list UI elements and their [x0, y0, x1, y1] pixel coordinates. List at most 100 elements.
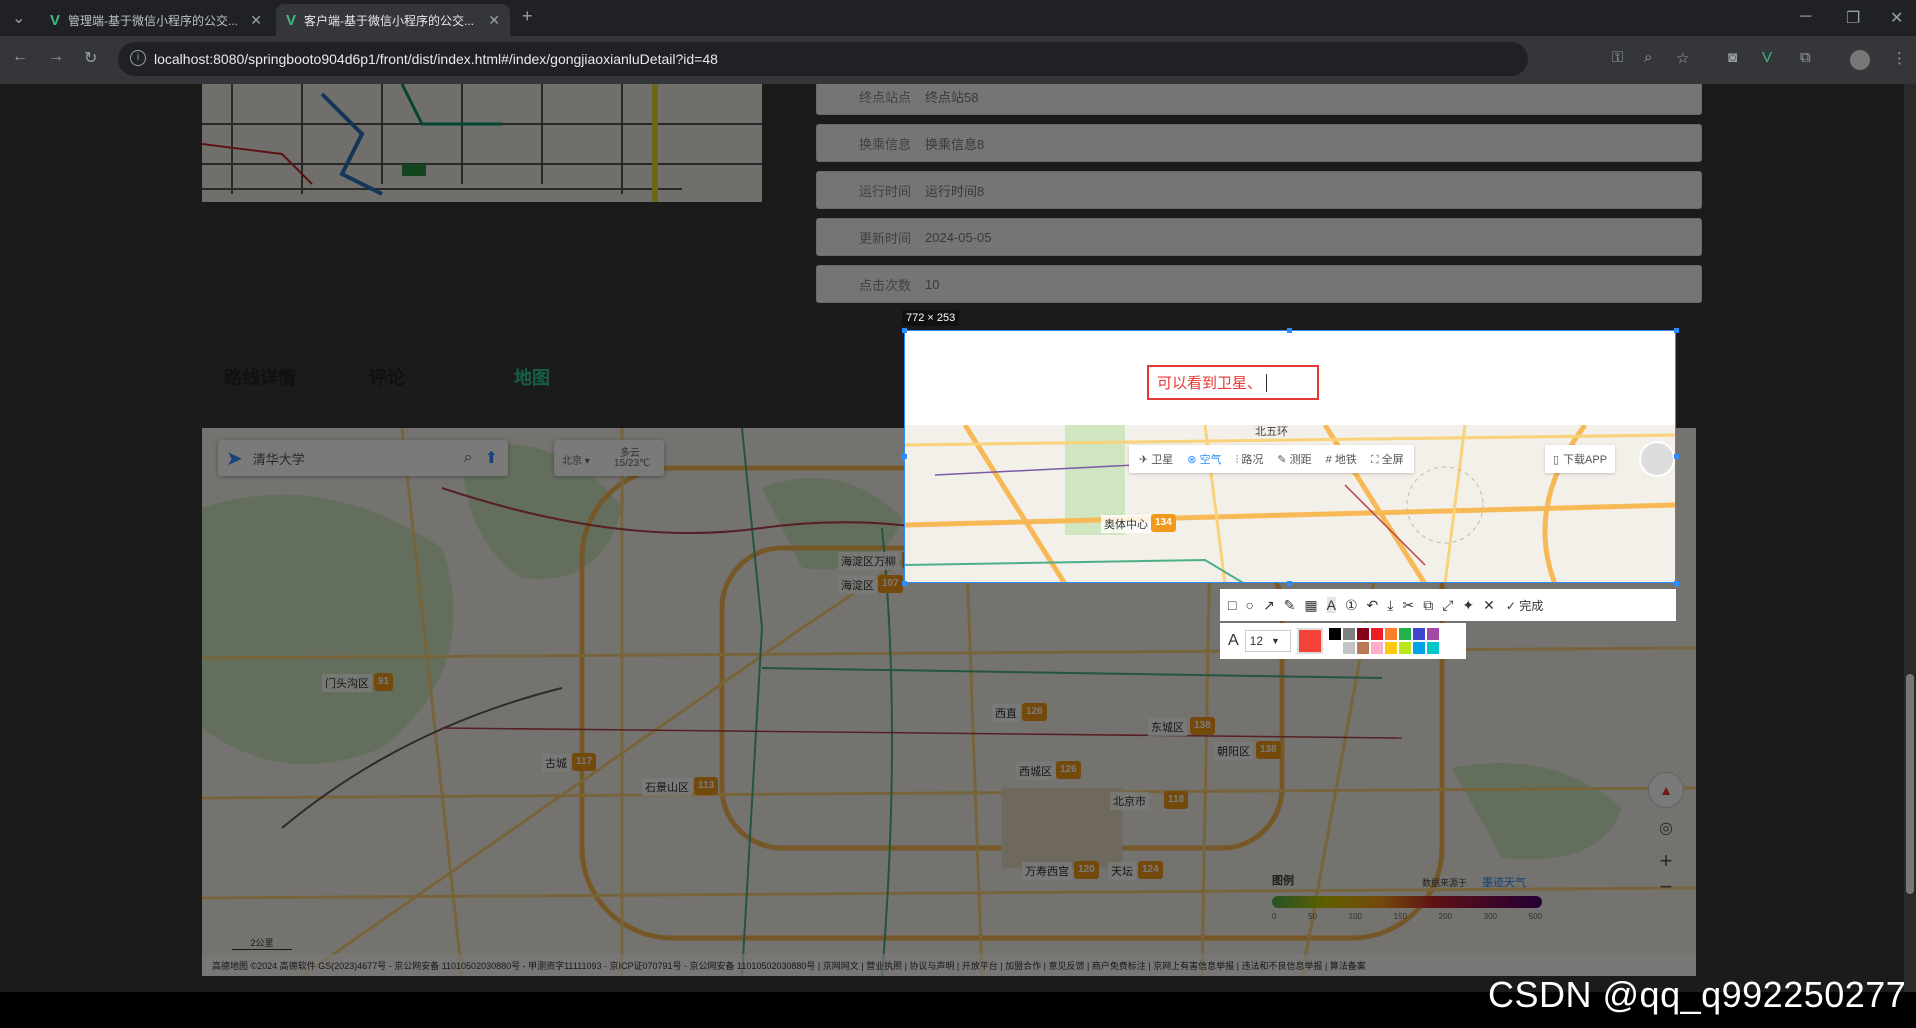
chevron-down-icon: ▼: [1271, 636, 1280, 646]
scrollbar-thumb[interactable]: [1906, 674, 1914, 894]
tool-label: 空气: [1199, 454, 1222, 466]
directions-icon[interactable]: ⬆: [485, 448, 498, 468]
color-swatch[interactable]: [1356, 628, 1369, 640]
bookmark-star-icon[interactable]: ☆: [1676, 49, 1689, 67]
undo-icon[interactable]: ↶: [1367, 597, 1379, 614]
translate-icon[interactable]: ⧉: [1423, 597, 1433, 614]
color-swatch[interactable]: [1342, 642, 1355, 654]
color-swatch[interactable]: [1370, 642, 1383, 654]
password-key-icon[interactable]: ⚿: [1612, 49, 1623, 66]
color-swatch[interactable]: [1412, 642, 1425, 654]
minimize-icon[interactable]: ─: [1800, 8, 1811, 26]
fullscreen-toggle[interactable]: ⛶ 全屏: [1371, 451, 1404, 467]
weather-widget[interactable]: 北京 ▾ 多云 15/23℃: [554, 440, 664, 476]
back-icon[interactable]: ←: [12, 48, 28, 66]
new-tab-button[interactable]: +: [522, 6, 533, 27]
vue-devtools-icon[interactable]: V: [1762, 49, 1772, 66]
color-swatch[interactable]: [1356, 642, 1369, 654]
color-swatch[interactable]: [1370, 628, 1383, 640]
color-swatch[interactable]: [1398, 628, 1411, 640]
text-tool-icon[interactable]: A: [1326, 597, 1336, 613]
color-swatch[interactable]: [1328, 642, 1341, 654]
city-selector[interactable]: 北京 ▾: [562, 452, 590, 467]
locate-icon[interactable]: ◎: [1648, 818, 1684, 838]
mosaic-tool-icon[interactable]: ▦: [1304, 597, 1317, 614]
close-tab-icon[interactable]: ✕: [250, 12, 262, 29]
color-swatch[interactable]: [1384, 642, 1397, 654]
save-icon[interactable]: ⤓: [1387, 597, 1393, 614]
ellipse-tool-icon[interactable]: ○: [1245, 597, 1253, 613]
annotation-text-input[interactable]: 可以看到卫星、: [1147, 365, 1319, 400]
screenshot-selection[interactable]: 北五环 ✈ 卫星 ⊗ 空气 ⫶ 路况 ✎ 测距 # 地铁 ⛶ 全屏 ▯ 下载AP…: [904, 330, 1676, 583]
color-swatch[interactable]: [1426, 642, 1439, 654]
aqi-badge: 124: [1138, 861, 1163, 879]
arrow-tool-icon[interactable]: ↗: [1263, 597, 1275, 614]
selection-handle[interactable]: [902, 454, 907, 459]
subway-toggle[interactable]: # 地铁: [1326, 451, 1357, 467]
browser-tab-admin[interactable]: V 管理端-基于微信小程序的公交... ✕: [40, 4, 272, 36]
legend-tick: 0: [1272, 912, 1277, 921]
incognito-icon[interactable]: ◙: [1728, 49, 1737, 66]
search-icon[interactable]: ⌕: [464, 449, 473, 467]
rectangle-tool-icon[interactable]: □: [1228, 597, 1236, 613]
color-swatch[interactable]: [1384, 628, 1397, 640]
selection-handle[interactable]: [1287, 581, 1292, 586]
color-swatch[interactable]: [1426, 628, 1439, 640]
selection-size-label: 772 × 253: [902, 310, 960, 326]
tab-map[interactable]: 地图: [514, 364, 659, 390]
selection-handle[interactable]: [902, 581, 907, 586]
extensions-icon[interactable]: ⧉: [1800, 49, 1811, 66]
long-capture-icon[interactable]: ⤢: [1442, 597, 1453, 614]
color-swatch[interactable]: [1398, 642, 1411, 654]
color-swatch[interactable]: [1342, 628, 1355, 640]
tab-comments[interactable]: 评论: [369, 364, 514, 390]
aqi-badge: 126: [1022, 703, 1047, 721]
selection-handle[interactable]: [1674, 328, 1679, 333]
amap-logo-icon: ➤: [226, 447, 243, 470]
color-swatch[interactable]: [1328, 628, 1341, 640]
close-window-icon[interactable]: ✕: [1890, 8, 1903, 28]
forward-icon[interactable]: →: [48, 48, 64, 66]
selection-handle[interactable]: [1287, 328, 1292, 333]
traffic-toggle[interactable]: ⫶ 路况: [1236, 451, 1264, 467]
tab-search-icon[interactable]: ⌄: [12, 8, 25, 28]
legend-source-link[interactable]: 墨迹天气: [1482, 874, 1526, 890]
zoom-icon[interactable]: ⌕: [1644, 49, 1652, 66]
ocr-icon[interactable]: ✂: [1402, 597, 1414, 614]
done-button[interactable]: ✓ 完成: [1506, 597, 1543, 614]
font-size-select[interactable]: 12 ▼: [1244, 630, 1291, 652]
aqi-badge: 138: [1190, 717, 1215, 735]
site-info-icon[interactable]: i: [130, 50, 146, 66]
zoom-in-icon[interactable]: +: [1648, 848, 1684, 874]
color-swatch[interactable]: [1412, 628, 1425, 640]
menu-dots-icon[interactable]: ⋮: [1892, 49, 1907, 67]
selection-handle[interactable]: [1674, 581, 1679, 586]
zoom-out-icon[interactable]: −: [1648, 874, 1684, 900]
compass-icon[interactable]: ▲: [1648, 772, 1684, 808]
map-search-box[interactable]: ➤ 清华大学 ⌕ ⬆: [218, 440, 508, 476]
close-tab-icon[interactable]: ✕: [488, 12, 500, 29]
current-color-swatch[interactable]: [1296, 628, 1323, 654]
selection-handle[interactable]: [1674, 454, 1679, 459]
download-app-button[interactable]: ▯ 下载APP: [1545, 445, 1616, 473]
reload-icon[interactable]: ↻: [84, 48, 97, 68]
cancel-icon[interactable]: ✕: [1483, 597, 1495, 614]
map-user-avatar[interactable]: [1639, 441, 1675, 477]
measure-toggle[interactable]: ✎ 测距: [1277, 451, 1311, 467]
number-tool-icon[interactable]: ①: [1345, 597, 1358, 614]
browser-tab-client[interactable]: V 客户端-基于微信小程序的公交... ✕: [276, 4, 510, 36]
tab-route-detail[interactable]: 路线详情: [224, 364, 369, 390]
satellite-toggle[interactable]: ✈ 卫星: [1139, 451, 1173, 467]
selection-handle[interactable]: [902, 328, 907, 333]
pin-icon[interactable]: ✦: [1462, 597, 1474, 614]
legend-title: 图例: [1272, 875, 1294, 887]
page-scrollbar[interactable]: [1904, 84, 1916, 992]
pen-tool-icon[interactable]: ✎: [1284, 597, 1296, 614]
detail-section-tabs: 路线详情 评论 地图: [224, 364, 659, 390]
profile-avatar[interactable]: [1850, 50, 1870, 70]
address-bar[interactable]: i localhost:8080/springbooto904d6p1/fron…: [118, 42, 1528, 76]
legend-color-bar: [1272, 896, 1542, 908]
air-quality-toggle[interactable]: ⊗ 空气: [1187, 451, 1221, 467]
map-search-input[interactable]: 清华大学: [253, 449, 464, 468]
restore-icon[interactable]: ❐: [1846, 8, 1860, 28]
